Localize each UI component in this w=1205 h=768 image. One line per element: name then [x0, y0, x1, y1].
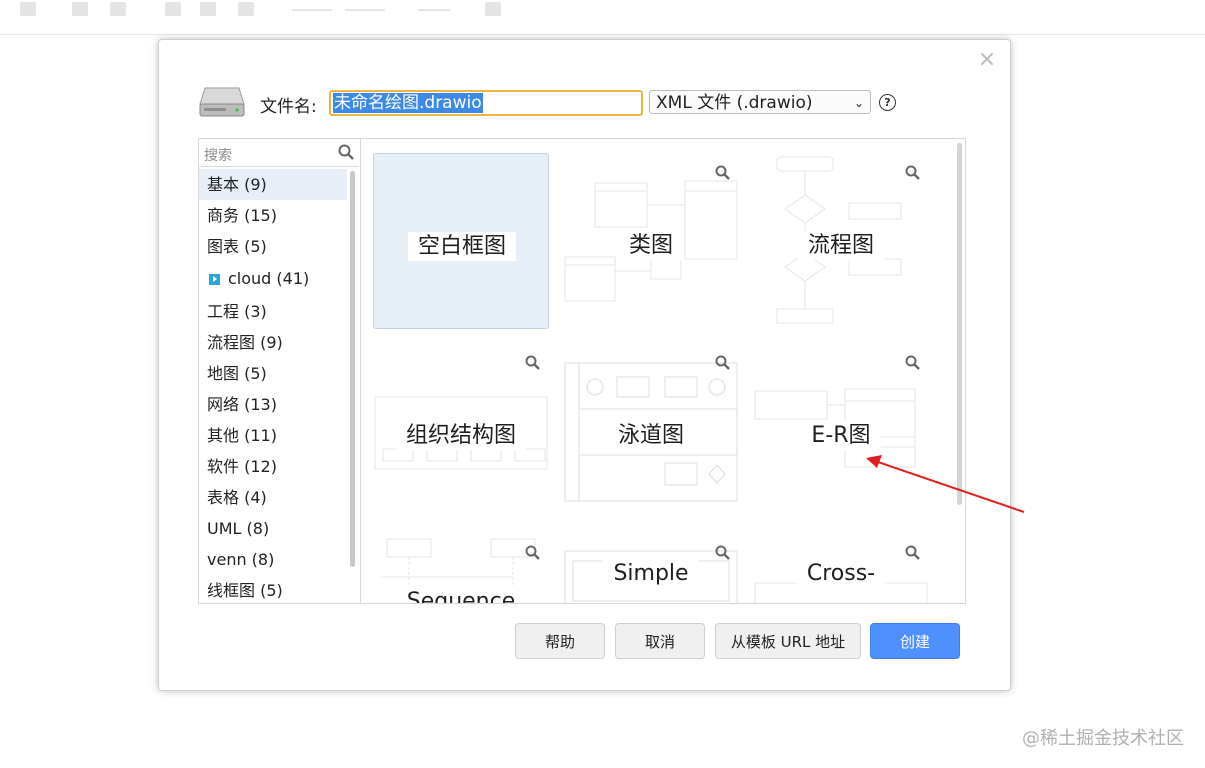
category-item[interactable]: 线框图 (5)	[199, 575, 349, 603]
category-label: cloud (41)	[228, 269, 310, 288]
template-panel: 搜索 基本 (9) 商务 (15) 图表 (5) cloud (41) 工程 (…	[198, 138, 966, 604]
template-label: Simple	[563, 559, 739, 588]
category-item[interactable]: 图表 (5)	[199, 231, 349, 262]
template-scrollbar[interactable]	[957, 143, 962, 505]
background-toolbar	[0, 0, 1205, 35]
filename-input[interactable]: 未命名绘图.drawio	[329, 90, 643, 116]
template-label: E-R图	[753, 417, 929, 450]
copy-icon	[72, 2, 88, 16]
chevron-down-icon: ⌄	[853, 96, 864, 110]
category-item[interactable]: 地图 (5)	[199, 358, 349, 389]
table-icon	[485, 2, 501, 16]
template-grid: 空白框图 类图 流程图 组织结构图 泳道图 E-R图 Sequence Simp…	[361, 139, 965, 603]
category-item[interactable]: 商务 (15)	[199, 200, 349, 231]
filename-label: 文件名:	[260, 97, 317, 117]
sidebar-scrollbar[interactable]	[350, 171, 355, 567]
template-label: 类图	[563, 227, 739, 260]
filename-value: 未命名绘图.drawio	[333, 93, 483, 113]
watermark: @稀土掘金技术社区	[1022, 728, 1184, 749]
template-blank[interactable]: 空白框图	[373, 153, 549, 329]
search-input[interactable]: 搜索	[204, 145, 232, 165]
template-er-diagram[interactable]: E-R图	[753, 343, 929, 519]
category-list: 基本 (9) 商务 (15) 图表 (5) cloud (41) 工程 (3) …	[199, 169, 349, 603]
category-item-cloud[interactable]: cloud (41)	[199, 262, 349, 296]
expand-triangle-icon	[209, 274, 220, 285]
cancel-button[interactable]: 取消	[615, 623, 705, 659]
category-item[interactable]: 软件 (12)	[199, 451, 349, 482]
category-item[interactable]: 基本 (9)	[199, 169, 347, 200]
category-item[interactable]: 工程 (3)	[199, 296, 349, 327]
category-item[interactable]: 其他 (11)	[199, 420, 349, 451]
template-cross-functional[interactable]: Cross-	[753, 533, 929, 603]
category-item[interactable]: 网络 (13)	[199, 389, 349, 420]
template-swimlane[interactable]: 泳道图	[563, 343, 739, 519]
waypoints-icon	[345, 9, 385, 11]
template-label: 泳道图	[563, 417, 739, 450]
template-url-button[interactable]: 从模板 URL 地址	[715, 623, 861, 659]
zoom-icon[interactable]	[905, 165, 920, 180]
insert-icon	[418, 9, 450, 11]
zoom-icon[interactable]	[525, 355, 540, 370]
search-icon[interactable]	[338, 144, 354, 160]
new-diagram-dialog: × 文件名: 未命名绘图.drawio XML 文件 (.drawio) ⌄ ?…	[158, 39, 1011, 691]
connection-icon	[292, 9, 332, 11]
template-class-diagram[interactable]: 类图	[563, 153, 739, 329]
template-sequence[interactable]: Sequence	[373, 533, 549, 603]
template-org-chart[interactable]: 组织结构图	[373, 343, 549, 519]
close-icon[interactable]: ×	[977, 49, 997, 71]
template-label: 组织结构图	[373, 417, 549, 450]
template-simple[interactable]: Simple	[563, 533, 739, 603]
file-type-select[interactable]: XML 文件 (.drawio) ⌄	[649, 90, 871, 114]
hard-disk-icon	[199, 87, 245, 117]
help-icon[interactable]: ?	[879, 94, 896, 111]
category-item[interactable]: venn (8)	[199, 544, 349, 575]
shadow-icon	[238, 2, 254, 16]
template-flowchart[interactable]: 流程图	[753, 153, 929, 329]
template-label: 流程图	[753, 227, 929, 260]
zoom-icon[interactable]	[905, 355, 920, 370]
line-color-icon	[200, 2, 216, 16]
delete-icon	[20, 2, 36, 16]
category-item[interactable]: UML (8)	[199, 513, 349, 544]
file-type-value: XML 文件 (.drawio)	[656, 93, 813, 113]
category-item[interactable]: 流程图 (9)	[199, 327, 349, 358]
template-label: 空白框图	[374, 228, 550, 261]
template-label: Cross-	[753, 559, 929, 588]
zoom-icon[interactable]	[715, 355, 730, 370]
zoom-icon[interactable]	[715, 545, 730, 560]
template-label: Sequence	[373, 587, 549, 603]
duplicate-icon	[110, 2, 126, 16]
zoom-icon[interactable]	[715, 165, 730, 180]
search-box[interactable]: 搜索	[199, 139, 359, 167]
fill-icon	[165, 2, 181, 16]
category-sidebar: 搜索 基本 (9) 商务 (15) 图表 (5) cloud (41) 工程 (…	[199, 139, 361, 603]
category-item[interactable]: 表格 (4)	[199, 482, 349, 513]
help-button[interactable]: 帮助	[515, 623, 605, 659]
zoom-icon[interactable]	[905, 545, 920, 560]
create-button[interactable]: 创建	[870, 623, 960, 659]
zoom-icon[interactable]	[525, 545, 540, 560]
